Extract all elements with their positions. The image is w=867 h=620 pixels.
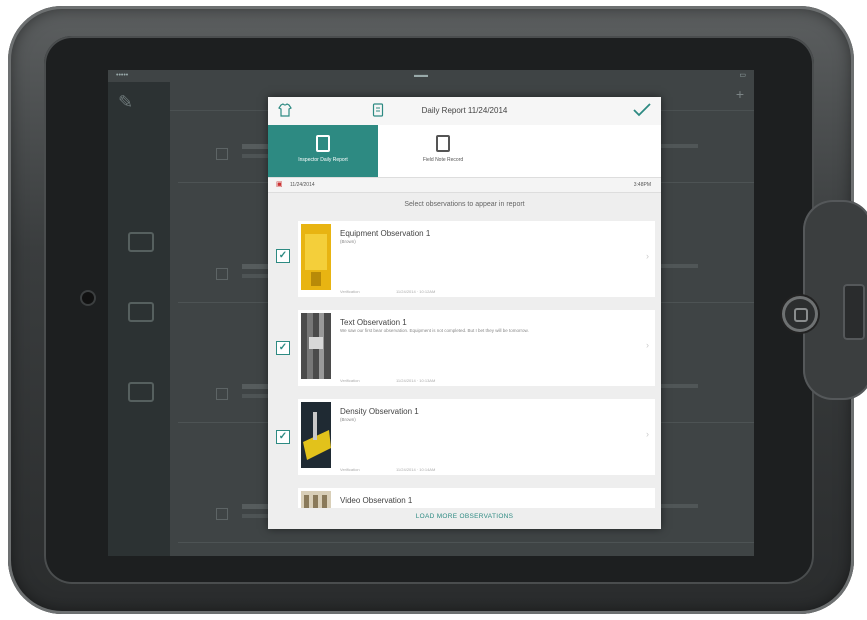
list-item-observation[interactable]: Text Observation 1 We saw our first bear… (298, 310, 655, 386)
equipment-thumbnail (301, 224, 331, 290)
daily-report-modal: Daily Report 11/24/2014 Inspector Daily … (268, 97, 661, 529)
observation-checkbox[interactable]: ✓ (276, 249, 290, 263)
battery-icon: ▭ (739, 72, 746, 79)
observation-checkbox[interactable]: ✓ (276, 430, 290, 444)
chevron-right-icon: › (646, 340, 649, 350)
chevron-right-icon: › (646, 429, 649, 439)
page-title: Daily Report 11/24/2014 (421, 106, 508, 115)
modal-header: Daily Report 11/24/2014 (268, 97, 661, 126)
add-icon: + (735, 86, 744, 102)
background-sidebar: ✎ (108, 82, 170, 556)
tab-label: Inspector Daily Report (298, 157, 348, 163)
case-side-tab (843, 284, 865, 340)
date-row: ▣ 11/24/2014 3:48PM (268, 178, 661, 193)
chevron-right-icon: › (646, 251, 649, 261)
list-item-observation[interactable]: Equipment Observation 1 (Brown) Verifica… (298, 221, 655, 297)
observation-meta-right: 11/24/2014 · 10:12AM (396, 289, 436, 294)
observation-meta-left: Verification (340, 289, 360, 294)
calendar-icon: ▣ (276, 181, 283, 188)
sidebar-icon (128, 382, 154, 402)
checkmark-icon[interactable] (633, 103, 651, 120)
observation-title: Equipment Observation 1 (340, 229, 431, 238)
observation-subtitle: We saw our first bear observation. Equip… (340, 328, 529, 333)
observation-title: Density Observation 1 (340, 407, 419, 416)
report-date: 11/24/2014 (290, 182, 315, 188)
observation-title: Text Observation 1 (340, 318, 407, 327)
video-thumbnail (301, 491, 331, 508)
observation-meta-right: 11/24/2014 · 10:14AM (396, 467, 436, 472)
observation-meta-right: 11/24/2014 · 10:13AM (396, 378, 436, 383)
tab-field-note-record[interactable]: Field Note Record (388, 125, 498, 177)
notepad-icon (436, 135, 450, 152)
status-time: ▬▬ (414, 72, 428, 79)
sidebar-icon (128, 232, 154, 252)
list-item-observation[interactable]: Video Observation 1 (298, 488, 655, 508)
text-thumbnail (301, 313, 331, 379)
load-more-button[interactable]: LOAD MORE OBSERVATIONS (268, 513, 661, 520)
tab-bar: Inspector Daily Report Field Note Record (268, 125, 661, 178)
sidebar-icon (128, 302, 154, 322)
observation-subtitle: (Brown) (340, 417, 356, 422)
density-thumbnail (301, 402, 331, 468)
instructions-text: Select observations to appear in report (404, 201, 525, 208)
observation-title: Video Observation 1 (340, 496, 413, 505)
observation-meta-left: Verification (340, 378, 360, 383)
observation-checkbox[interactable]: ✓ (276, 341, 290, 355)
report-time: 3:48PM (633, 182, 651, 188)
observation-subtitle: (Brown) (340, 239, 356, 244)
status-bar: ••••• ▬▬ ▭ (108, 70, 754, 82)
document-icon (316, 135, 330, 152)
tab-inspector-daily-report[interactable]: Inspector Daily Report (268, 125, 378, 177)
list-item-observation[interactable]: Density Observation 1 (Brown) Verificati… (298, 399, 655, 475)
front-camera (82, 292, 94, 304)
home-button[interactable] (782, 296, 818, 332)
app-logo-icon: ✎ (118, 92, 134, 112)
tab-label: Field Note Record (422, 157, 464, 163)
observation-meta-left: Verification (340, 467, 360, 472)
carrier-signal: ••••• (116, 72, 129, 79)
